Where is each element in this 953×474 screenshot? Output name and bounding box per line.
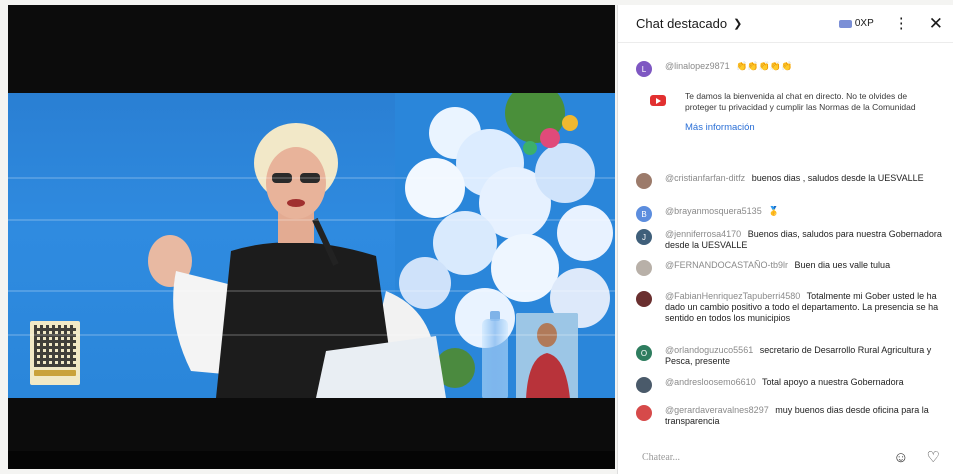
chat-message: @FERNANDOCASTAÑO-tb9lr Buen dia ues vall… xyxy=(636,260,946,276)
welcome-notice: Te damos la bienvenida al chat en direct… xyxy=(636,91,936,133)
avatar: J xyxy=(636,229,652,245)
video-player[interactable] xyxy=(8,5,615,469)
more-info-link[interactable]: Más información xyxy=(685,122,936,133)
avatar xyxy=(636,377,652,393)
avatar xyxy=(636,173,652,189)
scanline xyxy=(8,177,615,179)
message-author[interactable]: @jenniferrosa4170 xyxy=(665,229,741,239)
chat-message: @cristianfarfan-ditfz buenos dias , salu… xyxy=(636,173,946,189)
message-text: Total apoyo a nuestra Gobernadora xyxy=(762,377,904,387)
chat-message: @gerardaveravalnes8297 muy buenos dias d… xyxy=(636,405,946,427)
close-icon[interactable]: ✕ xyxy=(929,15,943,32)
avatar xyxy=(636,291,652,307)
chat-input-bar: Chatear... ☺ ♡ xyxy=(618,440,953,474)
chat-message: B @brayanmosquera5135 🥇 xyxy=(636,206,946,222)
xp-value: 0XP xyxy=(854,18,874,29)
video-bottom-bar xyxy=(8,451,615,469)
live-chat-panel: Chat destacado ❯ 0XP ⋮ ✕ L @linalopez987… xyxy=(617,5,953,474)
avatar: L xyxy=(636,61,652,77)
chat-message: L @linalopez9871 👏👏👏👏👏 xyxy=(636,61,946,77)
avatar: O xyxy=(636,345,652,361)
scanline xyxy=(8,219,615,221)
message-author[interactable]: @orlandoguzuco5561 xyxy=(665,345,753,355)
message-text: buenos dias , saludos desde la UESVALLE xyxy=(751,173,924,183)
message-text: 🥇 xyxy=(768,206,780,216)
chat-input[interactable]: Chatear... xyxy=(642,452,680,463)
water-bottle xyxy=(482,319,508,398)
chat-mode-selector[interactable]: Chat destacado xyxy=(636,16,727,31)
chat-message: J @jenniferrosa4170 Buenos dias, saludos… xyxy=(636,229,946,251)
chat-header: Chat destacado ❯ 0XP ⋮ ✕ xyxy=(618,5,953,43)
chevron-down-icon[interactable]: ❯ xyxy=(733,17,742,30)
chat-message: O @orlandoguzuco5561 secretario de Desar… xyxy=(636,345,946,367)
message-author[interactable]: @andresloosemo6610 xyxy=(665,377,756,387)
avatar: B xyxy=(636,206,652,222)
message-text: Buen dia ues valle tulua xyxy=(794,260,891,270)
scanline xyxy=(8,290,615,292)
xp-badge[interactable]: 0XP xyxy=(838,18,874,29)
message-author[interactable]: @gerardaveravalnes8297 xyxy=(665,405,769,415)
youtube-icon xyxy=(650,95,666,106)
speaker-figure xyxy=(148,123,446,398)
message-author[interactable]: @FERNANDOCASTAÑO-tb9lr xyxy=(665,260,788,270)
chat-message: @FabianHenriquezTapuberri4580 Totalmente… xyxy=(636,291,946,324)
welcome-text: Te damos la bienvenida al chat en direct… xyxy=(685,91,916,112)
xp-badge-icon xyxy=(838,19,852,28)
more-vert-icon[interactable]: ⋮ xyxy=(894,16,909,31)
chat-message: @andresloosemo6610 Total apoyo a nuestra… xyxy=(636,377,946,393)
qr-code xyxy=(30,321,80,385)
emoji-icon[interactable]: ☺ xyxy=(893,449,908,466)
message-author[interactable]: @cristianfarfan-ditfz xyxy=(665,173,745,183)
sign-language-interpreter xyxy=(516,313,578,398)
avatar xyxy=(636,405,652,421)
heart-icon[interactable]: ♡ xyxy=(927,448,940,466)
message-author[interactable]: @linalopez9871 xyxy=(665,61,730,71)
message-text: 👏👏👏👏👏 xyxy=(736,61,793,71)
video-frame xyxy=(8,93,615,398)
message-author[interactable]: @FabianHenriquezTapuberri4580 xyxy=(665,291,800,301)
avatar xyxy=(636,260,652,276)
scanline xyxy=(8,334,615,336)
message-author[interactable]: @brayanmosquera5135 xyxy=(665,206,762,216)
